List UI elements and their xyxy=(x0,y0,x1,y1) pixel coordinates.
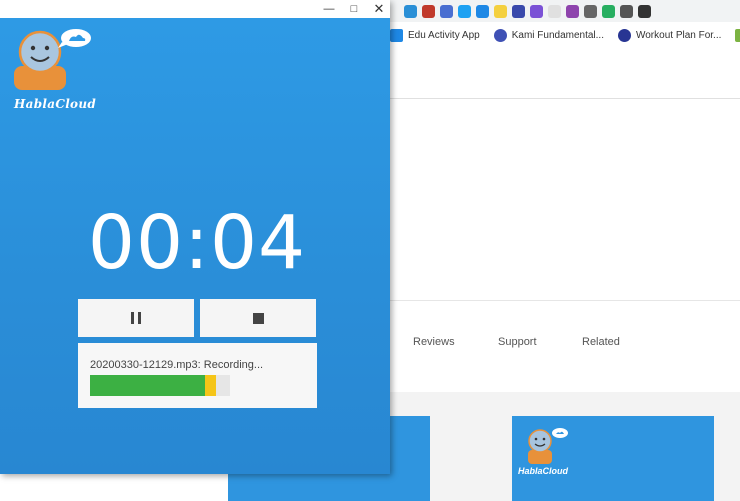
pe-bookmark-icon xyxy=(617,28,631,42)
bookmark-label: Edu Activity App xyxy=(408,29,480,41)
stop-icon xyxy=(252,312,264,324)
rocket-ext-icon[interactable] xyxy=(620,4,633,18)
tab-support[interactable]: Support xyxy=(498,336,537,348)
extensions-toolbar xyxy=(390,0,740,22)
tab-related[interactable]: Related xyxy=(582,336,620,348)
stop-button[interactable] xyxy=(200,299,316,337)
preview-brand-text: HablaCloud xyxy=(518,466,569,476)
minimize-icon[interactable]: — xyxy=(320,1,338,17)
habla-logo-icon xyxy=(14,29,91,90)
bookmark-kami[interactable]: Kami Fundamental... xyxy=(493,28,604,42)
habla-logo-icon xyxy=(528,428,568,464)
maximize-icon[interactable]: □ xyxy=(345,1,363,17)
blank-ext-icon[interactable] xyxy=(548,4,561,18)
pause-icon xyxy=(131,312,141,324)
cloud-ext-icon[interactable] xyxy=(404,4,417,18)
diamond-ext-icon[interactable] xyxy=(458,4,471,18)
puzzle-ext-icon[interactable] xyxy=(530,4,543,18)
store-screenshot-right[interactable]: HablaCloud xyxy=(512,416,714,501)
close-icon[interactable]: ✕ xyxy=(370,1,388,17)
recording-file-status: 20200330-12129.mp3: Recording... xyxy=(90,359,264,371)
refresh-ext-icon[interactable] xyxy=(476,4,489,18)
recording-progress-bar xyxy=(90,375,230,396)
recording-timer: 00:04 xyxy=(87,200,307,286)
green-ext-icon[interactable] xyxy=(602,4,615,18)
window-titlebar: — □ ✕ xyxy=(0,0,390,18)
edu-bookmark-icon xyxy=(390,28,403,42)
recording-status-card: 20200330-12129.mp3: Recording... xyxy=(78,343,317,408)
bookmark-label: Kami Fundamental... xyxy=(511,29,604,41)
mic-ext-icon[interactable] xyxy=(638,4,651,18)
z-ext-icon[interactable] xyxy=(494,4,507,18)
kami-bookmark-icon xyxy=(493,28,507,42)
d-ext-icon[interactable] xyxy=(584,4,597,18)
bookmarks-bar: Edu Activity App Kami Fundamental... Wor… xyxy=(390,24,740,46)
shield-ext-icon[interactable] xyxy=(566,4,579,18)
tab-reviews[interactable]: Reviews xyxy=(413,336,455,348)
pause-button[interactable] xyxy=(78,299,194,337)
recorder-window: — □ ✕ HablaCloud 00:04 20200330-12129.mp… xyxy=(0,0,390,474)
bookmark-p[interactable]: p xyxy=(735,28,740,42)
bookmark-label: Workout Plan For... xyxy=(635,29,722,41)
k-ext-icon[interactable] xyxy=(512,4,525,18)
bookmark-workout-plan[interactable]: Workout Plan For... xyxy=(617,28,722,42)
translate-ext-icon[interactable] xyxy=(440,4,453,18)
bookmark-edu-activity[interactable]: Edu Activity App xyxy=(390,28,480,42)
divider xyxy=(390,300,740,301)
red-ext-icon[interactable] xyxy=(422,4,435,18)
app-brand: HablaCloud xyxy=(14,97,97,111)
green-bookmark-icon xyxy=(735,28,740,42)
store-tabs: Reviews Support Related xyxy=(390,336,740,352)
recording-progress-level xyxy=(205,375,216,396)
divider xyxy=(390,98,740,99)
recording-progress-fill xyxy=(90,375,205,396)
